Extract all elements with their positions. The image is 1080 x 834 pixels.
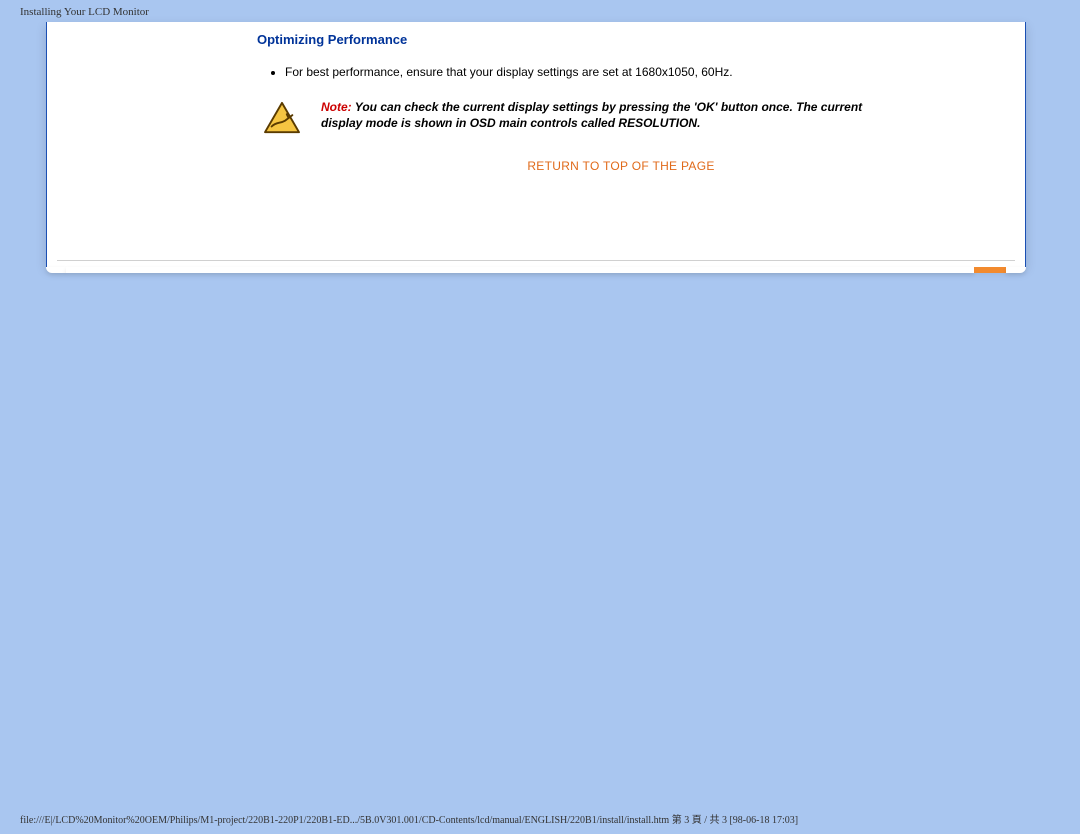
return-top-container: RETURN TO TOP OF THE PAGE	[257, 159, 985, 173]
warning-triangle-icon	[263, 101, 301, 135]
frame-bottom-strip	[46, 267, 1026, 273]
bullet-list: For best performance, ensure that your d…	[267, 65, 985, 79]
section-heading: Optimizing Performance	[257, 32, 985, 47]
return-top-link[interactable]: RETURN TO TOP OF THE PAGE	[527, 159, 714, 173]
note-label: Note:	[321, 100, 352, 114]
document-frame: Optimizing Performance For best performa…	[46, 22, 1026, 267]
note-row: Note: You can check the current display …	[263, 99, 985, 135]
note-body: You can check the current display settin…	[321, 100, 862, 130]
content-area: Optimizing Performance For best performa…	[47, 22, 1025, 183]
divider-line	[57, 260, 1015, 261]
note-text: Note: You can check the current display …	[321, 99, 881, 131]
bullet-item: For best performance, ensure that your d…	[285, 65, 985, 79]
accent-tab	[974, 267, 1006, 273]
page-title-small: Installing Your LCD Monitor	[20, 6, 149, 18]
page-footer-path: file:///E|/LCD%20Monitor%20OEM/Philips/M…	[20, 811, 798, 826]
